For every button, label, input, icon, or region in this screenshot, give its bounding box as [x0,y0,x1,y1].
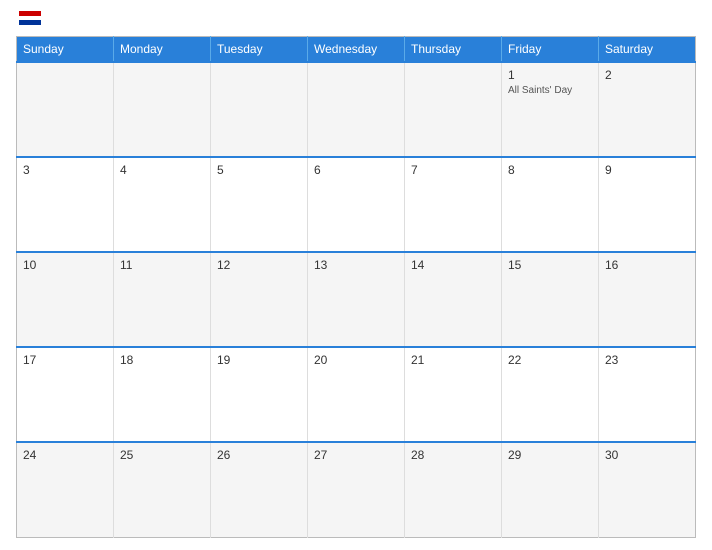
date-number: 5 [217,163,301,177]
date-number: 9 [605,163,689,177]
date-number: 1 [508,68,592,82]
calendar-cell: 11 [114,252,211,347]
calendar-cell [211,62,308,157]
calendar-cell: 17 [17,347,114,442]
calendar-cell: 29 [502,442,599,537]
date-number: 20 [314,353,398,367]
calendar-cell: 8 [502,157,599,252]
calendar-week-3: 17 18 19 20 21 22 23 [17,347,696,442]
calendar-cell: 2 [599,62,696,157]
calendar-cell: 26 [211,442,308,537]
calendar-cell: 25 [114,442,211,537]
date-number: 21 [411,353,495,367]
header-row: Sunday Monday Tuesday Wednesday Thursday… [17,37,696,63]
date-number: 13 [314,258,398,272]
calendar-cell: 3 [17,157,114,252]
date-number: 25 [120,448,204,462]
date-number: 4 [120,163,204,177]
col-wednesday: Wednesday [308,37,405,63]
date-number: 16 [605,258,689,272]
logo-flag-icon [19,11,41,25]
calendar-week-0: 1 All Saints' Day 2 [17,62,696,157]
calendar-cell: 5 [211,157,308,252]
col-sunday: Sunday [17,37,114,63]
col-friday: Friday [502,37,599,63]
date-number: 10 [23,258,107,272]
date-number: 26 [217,448,301,462]
calendar-cell: 14 [405,252,502,347]
calendar-cell: 12 [211,252,308,347]
calendar-cell: 28 [405,442,502,537]
date-number: 24 [23,448,107,462]
calendar-cell: 27 [308,442,405,537]
calendar-cell: 7 [405,157,502,252]
col-thursday: Thursday [405,37,502,63]
col-tuesday: Tuesday [211,37,308,63]
calendar-table: Sunday Monday Tuesday Wednesday Thursday… [16,36,696,538]
date-number: 11 [120,258,204,272]
calendar-cell: 24 [17,442,114,537]
calendar-cell: 30 [599,442,696,537]
calendar-cell: 6 [308,157,405,252]
calendar-cell [405,62,502,157]
calendar-cell: 19 [211,347,308,442]
date-number: 29 [508,448,592,462]
date-number: 27 [314,448,398,462]
col-monday: Monday [114,37,211,63]
calendar-cell: 18 [114,347,211,442]
calendar-cell: 16 [599,252,696,347]
calendar-cell: 21 [405,347,502,442]
date-number: 6 [314,163,398,177]
date-number: 19 [217,353,301,367]
calendar-cell: 4 [114,157,211,252]
date-number: 8 [508,163,592,177]
date-number: 14 [411,258,495,272]
date-number: 12 [217,258,301,272]
date-number: 17 [23,353,107,367]
calendar-header: Sunday Monday Tuesday Wednesday Thursday… [17,37,696,63]
date-number: 2 [605,68,689,82]
calendar-week-4: 24 25 26 27 28 29 30 [17,442,696,537]
calendar-body: 1All Saints' Day234567891011121314151617… [17,62,696,538]
header [16,12,696,26]
calendar-cell: 1 All Saints' Day [502,62,599,157]
calendar-cell [114,62,211,157]
calendar-cell: 13 [308,252,405,347]
date-number: 22 [508,353,592,367]
date-number: 28 [411,448,495,462]
date-number: 30 [605,448,689,462]
calendar-cell: 10 [17,252,114,347]
page: Sunday Monday Tuesday Wednesday Thursday… [0,0,712,550]
holiday-label: All Saints' Day [508,84,592,97]
date-number: 15 [508,258,592,272]
date-number: 23 [605,353,689,367]
logo [16,12,41,26]
calendar-cell: 9 [599,157,696,252]
col-saturday: Saturday [599,37,696,63]
calendar-cell: 20 [308,347,405,442]
calendar-cell [308,62,405,157]
calendar-cell [17,62,114,157]
calendar-cell: 15 [502,252,599,347]
calendar-week-1: 3456789 [17,157,696,252]
calendar-cell: 23 [599,347,696,442]
date-number: 18 [120,353,204,367]
calendar-cell: 22 [502,347,599,442]
calendar-week-2: 10 11 12 13 14 15 16 [17,252,696,347]
date-number: 3 [23,163,107,177]
date-number: 7 [411,163,495,177]
